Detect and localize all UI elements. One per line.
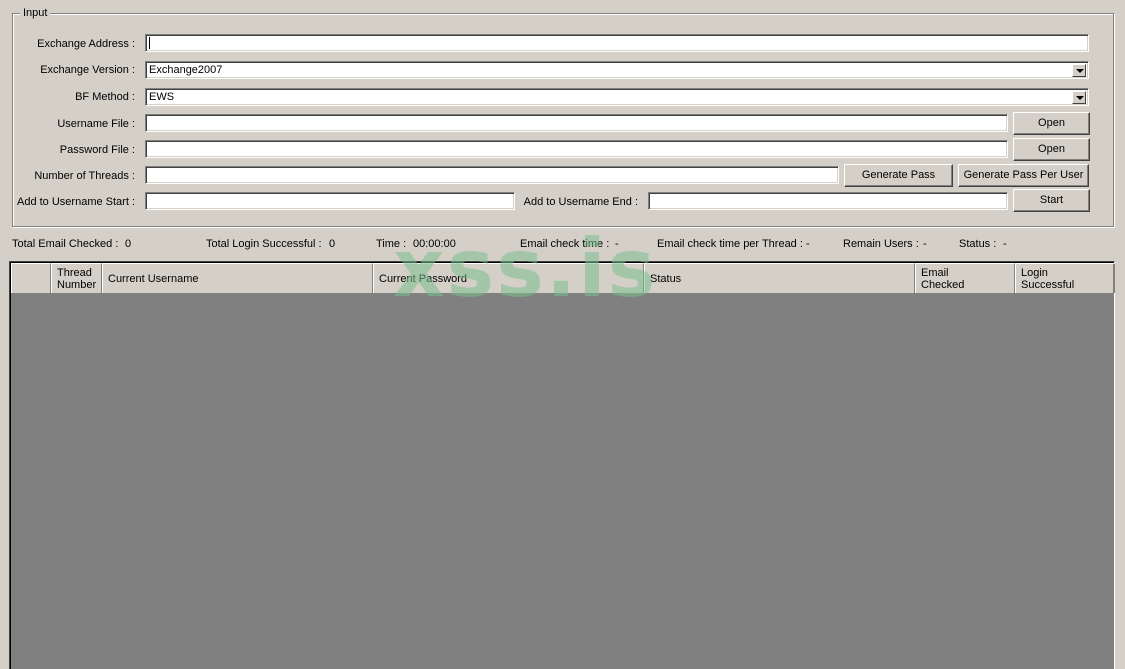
column-header-login-successful[interactable]: Login Successful (1015, 263, 1115, 293)
bf-method-label: BF Method : (75, 91, 135, 103)
chevron-down-icon[interactable] (1072, 64, 1086, 77)
email-check-time-per-thread-label: Email check time per Thread : (657, 238, 803, 250)
column-header-thread-number[interactable]: Thread Number (51, 263, 102, 293)
email-check-time-label: Email check time : (520, 238, 610, 250)
username-file-label: Username File : (57, 118, 135, 130)
remain-users-label: Remain Users : (843, 238, 919, 250)
threads-input[interactable] (145, 166, 839, 184)
generate-pass-button[interactable]: Generate Pass (844, 164, 953, 187)
status-value: - (1003, 238, 1007, 250)
bf-method-value: EWS (149, 91, 175, 103)
remain-users-value: - (923, 238, 927, 250)
total-email-checked-value: 0 (125, 238, 132, 250)
email-check-time-value: - (615, 238, 619, 250)
threads-label: Number of Threads : (34, 170, 135, 182)
column-header-indicator[interactable] (11, 263, 51, 293)
results-table[interactable]: Thread Number Current Username Current P… (9, 261, 1115, 669)
username-start-input[interactable] (145, 192, 515, 210)
table-header-row: Thread Number Current Username Current P… (11, 263, 1115, 293)
exchange-address-input[interactable] (145, 34, 1089, 52)
exchange-address-label: Exchange Address : (37, 38, 135, 50)
total-email-checked-label: Total Email Checked : (12, 238, 119, 250)
password-file-open-button[interactable]: Open (1013, 138, 1090, 161)
password-file-input[interactable] (145, 140, 1008, 158)
column-header-status[interactable]: Status (644, 263, 915, 293)
bf-method-select[interactable]: EWS (145, 88, 1089, 106)
column-header-email-checked[interactable]: Email Checked (915, 263, 1015, 293)
username-file-input[interactable] (145, 114, 1008, 132)
password-file-label: Password File : (59, 144, 135, 156)
input-group-title: Input (20, 7, 51, 19)
username-end-label: Add to Username End : (523, 196, 638, 208)
chevron-down-icon[interactable] (1072, 91, 1086, 104)
email-check-time-per-thread-value: - (806, 238, 810, 250)
username-file-open-button[interactable]: Open (1013, 112, 1090, 135)
total-login-successful-label: Total Login Successful : (206, 238, 322, 250)
exchange-version-select[interactable]: Exchange2007 (145, 61, 1089, 79)
exchange-version-label: Exchange Version : (40, 64, 135, 76)
username-end-input[interactable] (648, 192, 1008, 210)
username-start-label: Add to Username Start : (17, 196, 135, 208)
column-header-current-password[interactable]: Current Password (373, 263, 644, 293)
generate-pass-per-user-button[interactable]: Generate Pass Per User (958, 164, 1089, 187)
status-label: Status : (959, 238, 997, 250)
exchange-version-value: Exchange2007 (149, 64, 223, 76)
start-button[interactable]: Start (1013, 189, 1090, 212)
total-login-successful-value: 0 (329, 238, 336, 250)
column-header-current-username[interactable]: Current Username (102, 263, 373, 293)
time-label: Time : (376, 238, 407, 250)
time-value: 00:00:00 (413, 238, 456, 250)
text-caret (149, 37, 150, 50)
